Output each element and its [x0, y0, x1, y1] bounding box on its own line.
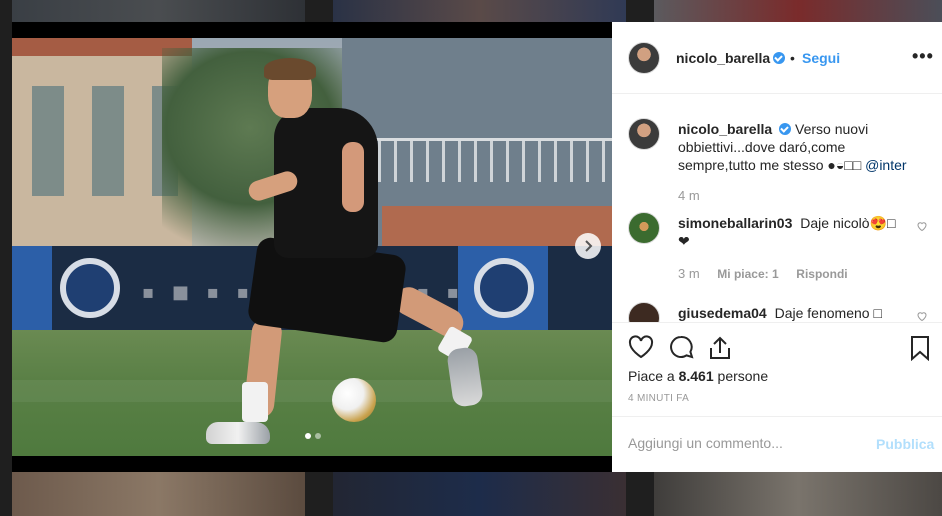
feed-thumbnail — [12, 0, 305, 22]
author-avatar[interactable] — [628, 42, 660, 74]
caption-time[interactable]: 4 m — [678, 188, 700, 203]
comment-username[interactable]: simoneballarin03 — [678, 215, 792, 231]
mention-link[interactable]: @inter — [865, 157, 906, 173]
comment-time[interactable]: 3 m — [678, 266, 700, 281]
commenter-avatar[interactable] — [628, 212, 660, 244]
post-header: nicolo_barella • Segui ••• — [612, 22, 942, 94]
post-side-panel: nicolo_barella • Segui ••• nicolo_barell… — [612, 22, 942, 472]
share-icon[interactable] — [708, 335, 732, 361]
comment-composer: Pubblica — [612, 416, 942, 472]
bookmark-icon[interactable] — [910, 335, 930, 361]
verified-icon — [773, 52, 786, 64]
post-image[interactable]: ▪ ■ ▪ ▪ ■ ■ ▪ ▪ — [12, 22, 612, 472]
likes-count[interactable]: Piace a 8.461 persone — [628, 368, 768, 384]
carousel-next-button[interactable] — [575, 233, 601, 259]
heart-icon[interactable] — [628, 335, 654, 359]
heart-icon[interactable] — [916, 220, 928, 232]
comment-icon[interactable] — [668, 335, 694, 359]
feed-thumbnail — [333, 472, 626, 516]
heart-icon[interactable] — [916, 310, 928, 322]
soccer-ball — [332, 378, 376, 422]
more-options-button[interactable]: ••• — [912, 46, 934, 67]
feed-thumbnail — [654, 472, 942, 516]
follow-button[interactable]: Segui — [802, 50, 840, 66]
comment-username[interactable]: giusedema04 — [678, 305, 767, 321]
commenter-avatar[interactable] — [628, 302, 660, 322]
comments-list[interactable]: nicolo_barella Verso nuovi obbiettivi...… — [612, 94, 942, 322]
feed-thumbnail — [654, 0, 942, 22]
training-photo: ▪ ■ ▪ ▪ ■ ■ ▪ ▪ — [12, 38, 612, 456]
chevron-right-icon — [585, 240, 593, 252]
feed-thumbnail — [333, 0, 626, 22]
feed-thumbnail — [12, 472, 305, 516]
carousel-indicator — [305, 433, 321, 439]
author-username[interactable]: nicolo_barella — [676, 50, 770, 66]
post-timestamp: 4 MINUTI FA — [628, 393, 690, 404]
comment-likes[interactable]: Mi piace: 1 — [717, 267, 778, 281]
verified-icon — [779, 123, 792, 135]
comment-input[interactable] — [628, 435, 858, 451]
separator-dot: • — [790, 50, 795, 66]
carousel-dot-active — [305, 433, 311, 439]
publish-button[interactable]: Pubblica — [876, 436, 934, 452]
comment-text: Daje fenomeno □ — [774, 305, 882, 321]
caption-username[interactable]: nicolo_barella — [678, 121, 772, 137]
action-bar — [612, 322, 942, 370]
author-avatar[interactable] — [628, 118, 660, 150]
carousel-dot — [315, 433, 321, 439]
reply-button[interactable]: Rispondi — [796, 267, 847, 281]
